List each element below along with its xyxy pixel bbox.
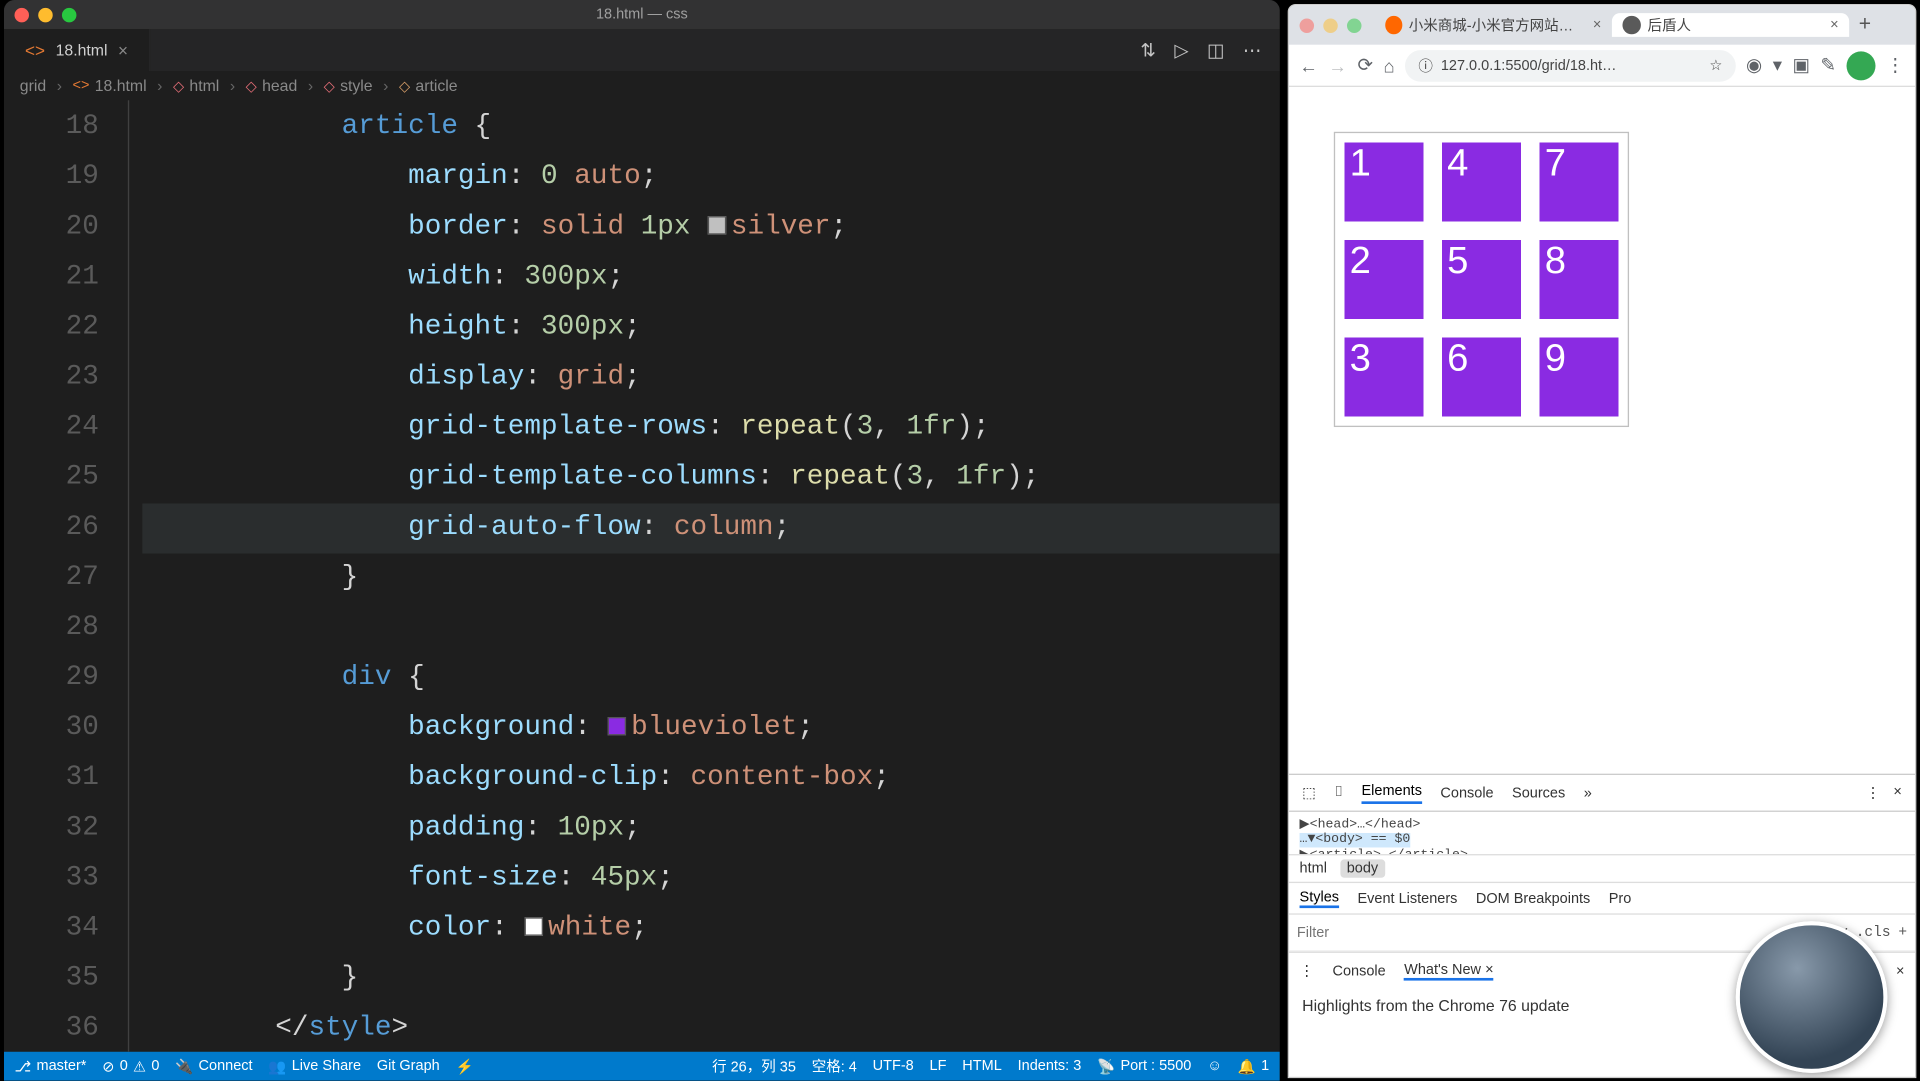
new-rule-button[interactable]: + (1898, 925, 1907, 941)
close-icon[interactable]: × (1896, 963, 1904, 979)
device-icon[interactable]: ⌷ (1334, 784, 1343, 801)
extension-icon[interactable]: ▾ (1773, 54, 1782, 76)
html-file-icon: <> (25, 40, 45, 60)
devtools-tab-sources[interactable]: Sources (1512, 785, 1565, 801)
styles-tab[interactable]: Styles (1300, 889, 1339, 907)
connect-button[interactable]: 🔌 Connect (175, 1058, 252, 1075)
more-icon[interactable]: ⋯ (1243, 39, 1261, 61)
webcam-overlay (1736, 921, 1888, 1073)
favicon-icon (1385, 16, 1402, 34)
properties-tab[interactable]: Pro (1609, 890, 1632, 906)
browser-window: 小米商城-小米官方网站，小米 × 后盾人 × + ← → ⟳ ⌂ ⓘ 127.0… (1288, 4, 1917, 1078)
live-server-port[interactable]: 📡 Port : 5500 (1097, 1056, 1191, 1077)
star-icon[interactable]: ☆ (1709, 57, 1722, 74)
grid-cell: 7 (1530, 133, 1628, 231)
grid-cell: 8 (1530, 231, 1628, 329)
extension-icon[interactable]: ▣ (1793, 54, 1810, 76)
indent-mode[interactable]: 空格: 4 (812, 1056, 857, 1077)
grid-cell: 9 (1530, 328, 1628, 426)
devtools-tab-console[interactable]: Console (1440, 785, 1493, 801)
notifications[interactable]: 🔔 1 (1238, 1056, 1269, 1077)
address-bar[interactable]: ⓘ 127.0.0.1:5500/grid/18.ht… ☆ (1405, 49, 1735, 81)
liveshare-button[interactable]: 👥 Live Share (268, 1058, 361, 1075)
forward-icon[interactable]: → (1329, 55, 1347, 76)
editor-tab[interactable]: <> 18.html × (4, 29, 150, 71)
git-branch[interactable]: ⎇ master* (14, 1058, 86, 1075)
close-icon[interactable]: × (118, 40, 128, 60)
reload-icon[interactable]: ⟳ (1358, 54, 1373, 76)
split-icon[interactable]: ◫ (1207, 39, 1224, 61)
eol[interactable]: LF (930, 1056, 947, 1077)
status-bar: ⎇ master* ⊘ 0 ⚠ 0 🔌 Connect 👥 Live Share… (4, 1052, 1280, 1081)
window-titlebar: 18.html — css (4, 0, 1280, 29)
window-title: 18.html — css (596, 7, 688, 23)
close-icon[interactable]: × (1485, 961, 1493, 977)
grid-cell: 5 (1433, 231, 1531, 329)
new-tab-button[interactable]: + (1849, 13, 1881, 37)
browser-tab[interactable]: 后盾人 × (1612, 13, 1849, 37)
settings-icon[interactable]: ⋮ (1866, 784, 1880, 801)
info-icon: ⓘ (1418, 55, 1432, 76)
cursor-position[interactable]: 行 26，列 35 (712, 1056, 796, 1077)
drawer-tab-whatsnew[interactable]: What's New × (1404, 961, 1493, 979)
close-icon[interactable]: × (1593, 17, 1601, 33)
maximize-icon[interactable] (1347, 18, 1361, 32)
editor-tabbar: <> 18.html × ⇅ ▷ ◫ ⋯ (4, 29, 1280, 71)
code-editor[interactable]: 18192021222324252627282930313233343536 a… (4, 100, 1280, 1052)
browser-tab[interactable]: 小米商城-小米官方网站，小米 × (1375, 13, 1612, 37)
back-icon[interactable]: ← (1300, 55, 1318, 76)
maximize-icon[interactable] (62, 7, 76, 21)
close-icon[interactable]: × (1830, 17, 1838, 33)
language-mode[interactable]: HTML (962, 1056, 1001, 1077)
gitgraph-button[interactable]: Git Graph (377, 1058, 440, 1074)
devtools-tab-elements[interactable]: Elements (1362, 782, 1422, 803)
browser-titlebar: 小米商城-小米官方网站，小米 × 后盾人 × + (1289, 5, 1915, 45)
close-icon[interactable]: × (1893, 784, 1901, 801)
styles-filter-input[interactable] (1297, 919, 1805, 945)
profile-avatar[interactable] (1847, 51, 1876, 80)
home-icon[interactable]: ⌂ (1384, 55, 1395, 76)
dom-breadcrumb[interactable]: html body (1289, 854, 1915, 883)
grid-cell: 3 (1335, 328, 1433, 426)
encoding[interactable]: UTF-8 (873, 1056, 914, 1077)
run-icon[interactable]: ▷ (1174, 39, 1188, 61)
grid-cell: 6 (1433, 328, 1531, 426)
breadcrumb[interactable]: grid <>18.html ◇html ◇head ◇style ◇artic… (4, 71, 1280, 100)
indents[interactable]: Indents: 3 (1018, 1056, 1082, 1077)
grid-cell: 1 (1335, 133, 1433, 231)
menu-icon[interactable]: ⋮ (1886, 54, 1904, 76)
inspect-icon[interactable]: ⬚ (1302, 784, 1316, 801)
line-number-gutter: 18192021222324252627282930313233343536 (4, 100, 128, 1052)
feedback-icon[interactable]: ☺ (1207, 1056, 1222, 1077)
grid-cell: 4 (1433, 133, 1531, 231)
minimize-icon[interactable] (38, 7, 52, 21)
event-listeners-tab[interactable]: Event Listeners (1357, 890, 1457, 906)
cls-toggle[interactable]: .cls (1856, 925, 1891, 941)
drawer-menu-icon[interactable]: ⋮ (1300, 962, 1314, 979)
dom-breakpoints-tab[interactable]: DOM Breakpoints (1476, 890, 1590, 906)
page-viewport: 123456 789 (1289, 87, 1915, 774)
grid-demo: 123456 789 (1334, 132, 1629, 427)
drawer-tab-console[interactable]: Console (1332, 963, 1385, 979)
minimize-icon[interactable] (1323, 18, 1337, 32)
url-text: 127.0.0.1:5500/grid/18.ht… (1441, 57, 1617, 73)
favicon-icon (1622, 16, 1640, 34)
browser-toolbar: ← → ⟳ ⌂ ⓘ 127.0.0.1:5500/grid/18.ht… ☆ ◉… (1289, 45, 1915, 87)
compare-icon[interactable]: ⇅ (1140, 39, 1155, 61)
extension-icon[interactable]: ◉ (1746, 54, 1762, 76)
close-icon[interactable] (14, 7, 28, 21)
lightning-icon[interactable]: ⚡ (456, 1058, 474, 1075)
grid-cell: 2 (1335, 231, 1433, 329)
editor-tab-label: 18.html (56, 41, 108, 59)
vscode-window: 18.html — css <> 18.html × ⇅ ▷ ◫ ⋯ grid … (4, 0, 1280, 1081)
close-icon[interactable] (1300, 18, 1314, 32)
problems[interactable]: ⊘ 0 ⚠ 0 (102, 1058, 159, 1075)
more-tabs-icon[interactable]: » (1584, 785, 1592, 801)
extension-icon[interactable]: ✎ (1821, 54, 1836, 76)
dom-tree[interactable]: ▶<head>…</head> …▼<body> == $0 ▶<article… (1289, 812, 1915, 854)
